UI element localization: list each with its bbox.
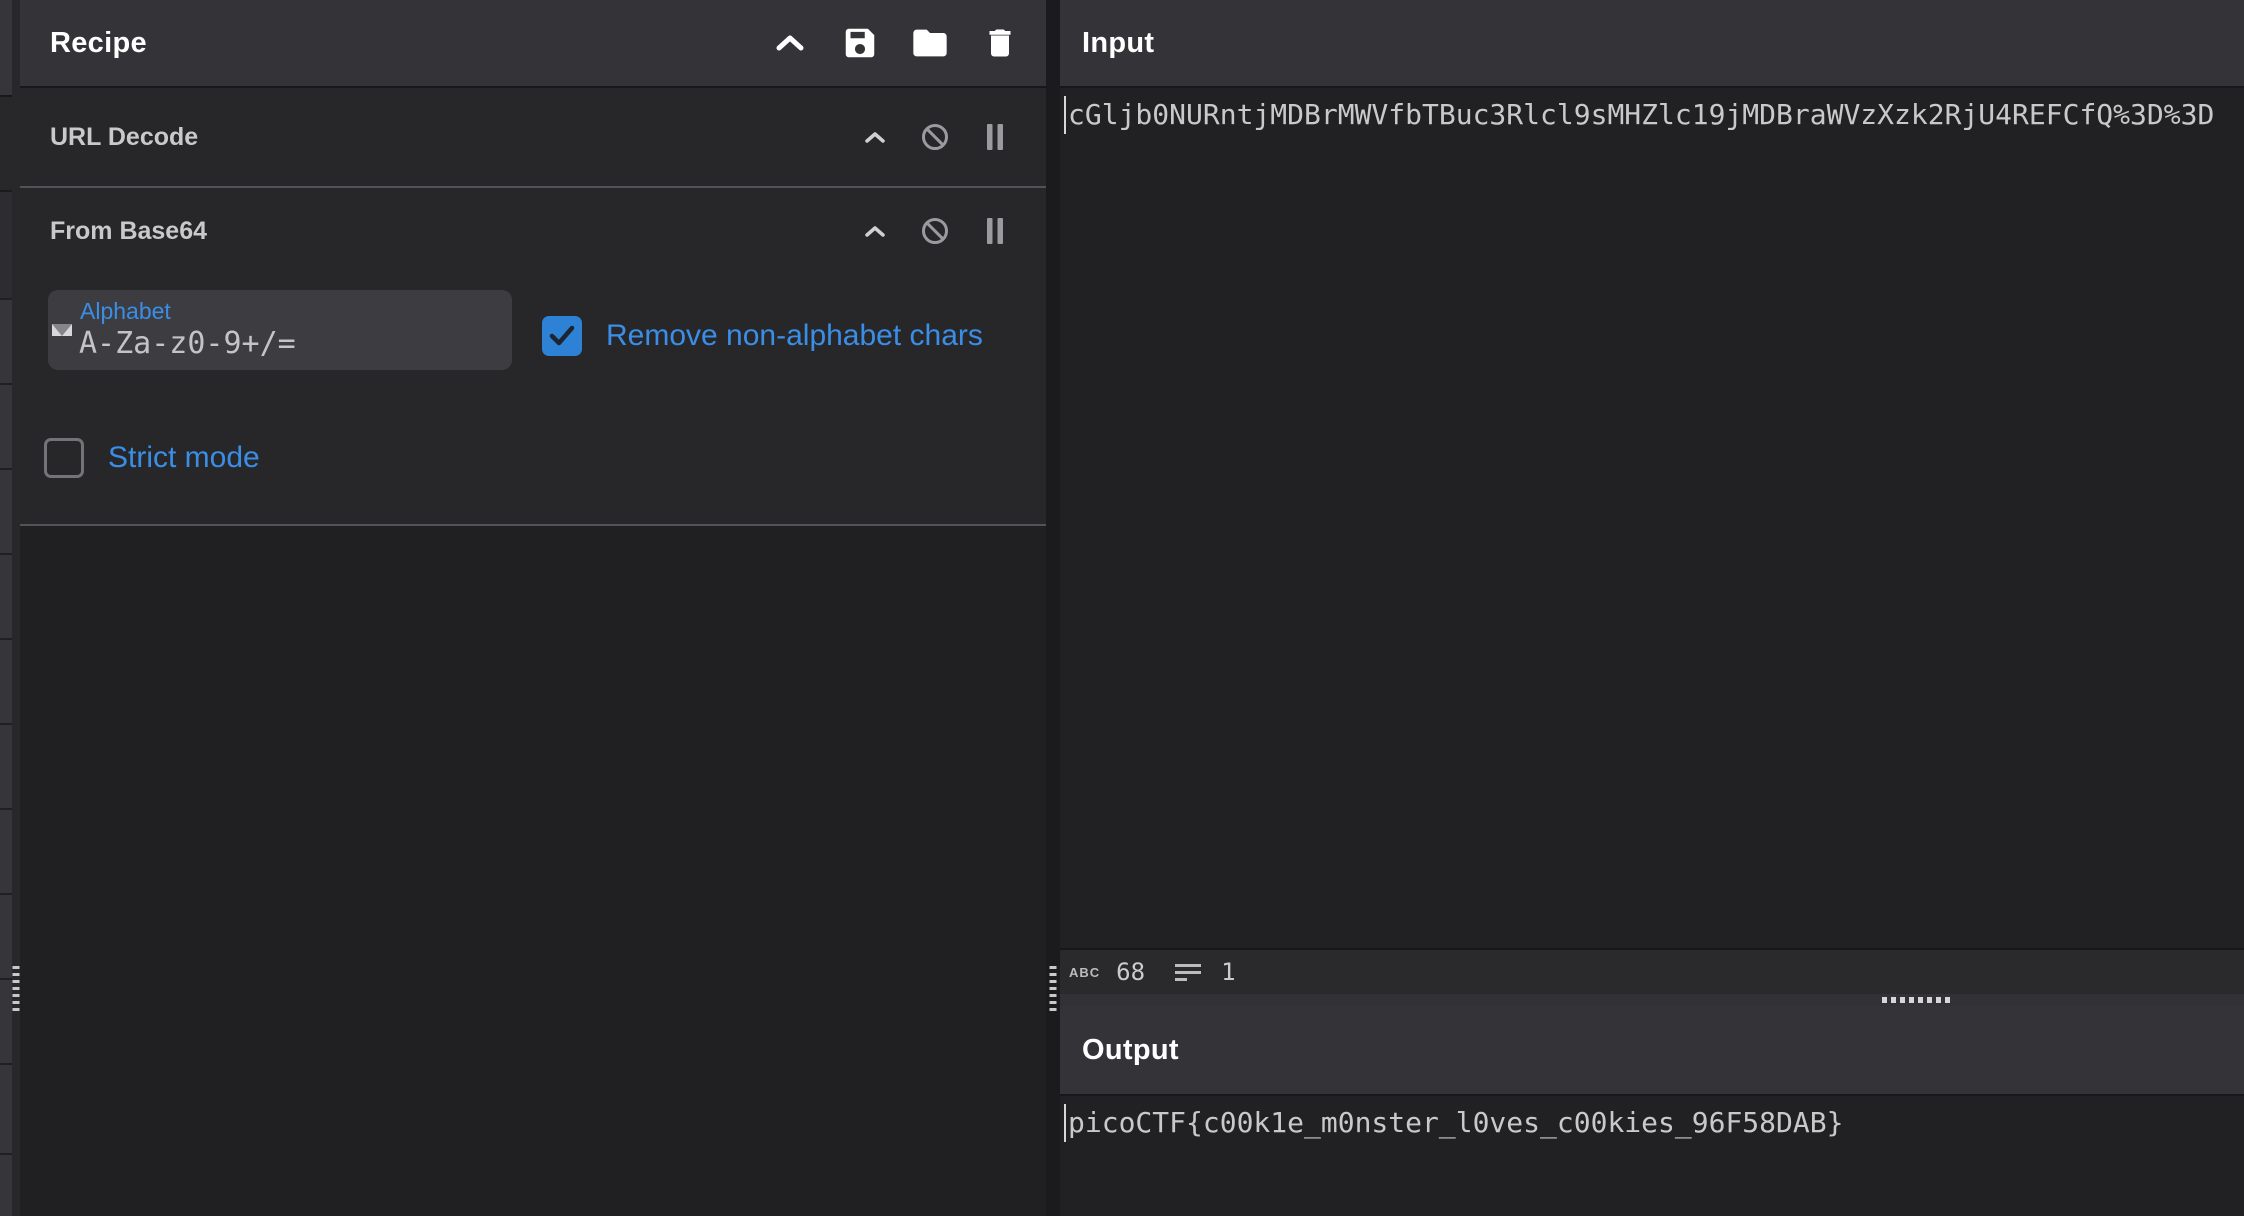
recipe-title: Recipe xyxy=(50,27,147,60)
text-cursor xyxy=(1064,96,1066,134)
breakpoint-pause-icon[interactable] xyxy=(978,214,1012,248)
input-title: Input xyxy=(1082,27,1154,60)
strict-mode-checkbox[interactable] xyxy=(44,438,84,478)
alphabet-value: A-Za-z0-9+/= xyxy=(79,326,296,361)
char-count-value: 68 xyxy=(1116,958,1145,986)
recipe-panel: Recipe URL Decode xyxy=(20,0,1046,1216)
recipe-header: Recipe xyxy=(20,0,1046,88)
recipe-drop-area[interactable] xyxy=(20,526,1046,1214)
remove-non-alphabet-checkbox[interactable] xyxy=(542,316,582,356)
operation-name: From Base64 xyxy=(50,217,207,246)
disable-operation-icon[interactable] xyxy=(918,120,952,154)
operation-from-base64[interactable]: From Base64 Alphabet A-Za-z0-9+/= xyxy=(20,188,1046,524)
cyberchef-app: Recipe URL Decode xyxy=(0,0,2244,1216)
alphabet-select[interactable]: Alphabet A-Za-z0-9+/= xyxy=(48,290,512,370)
operation-category-edge xyxy=(0,190,12,298)
alphabet-label: Alphabet xyxy=(80,298,171,325)
line-count-icon xyxy=(1175,964,1201,981)
input-status-bar: ABC 68 1 xyxy=(1060,948,2244,994)
operation-name: URL Decode xyxy=(50,123,198,152)
input-textarea[interactable]: cGljb0NURntjMDBrMWVfbTBuc3Rlcl9sMHZlc19j… xyxy=(1060,88,2244,948)
operations-recipe-splitter[interactable] xyxy=(12,0,20,1216)
output-title: Output xyxy=(1082,1034,1179,1067)
clear-recipe-trash-icon[interactable] xyxy=(980,21,1020,65)
splitter-grip-icon[interactable] xyxy=(13,966,20,1011)
line-count-value: 1 xyxy=(1221,958,1235,986)
input-text[interactable]: cGljb0NURntjMDBrMWVfbTBuc3Rlcl9sMHZlc19j… xyxy=(1068,93,2214,137)
collapse-operation-chevron-icon[interactable] xyxy=(858,214,892,248)
operations-panel-edge xyxy=(0,0,12,1216)
remove-non-alphabet-label[interactable]: Remove non-alphabet chars xyxy=(606,319,983,353)
disable-operation-icon[interactable] xyxy=(918,214,952,248)
input-output-splitter[interactable] xyxy=(1060,994,2244,1006)
save-recipe-icon[interactable] xyxy=(840,21,880,65)
operation-category-edge xyxy=(0,95,12,190)
input-header: Input xyxy=(1060,0,2244,88)
load-recipe-folder-icon[interactable] xyxy=(910,21,950,65)
output-header: Output xyxy=(1060,1006,2244,1096)
io-panel: Input cGljb0NURntjMDBrMWVfbTBuc3Rlcl9sMH… xyxy=(1060,0,2244,1216)
char-count-icon: ABC xyxy=(1069,965,1100,980)
collapse-operation-chevron-icon[interactable] xyxy=(858,120,892,154)
text-cursor xyxy=(1064,1104,1066,1142)
output-text[interactable]: picoCTF{c00k1e_m0nster_l0ves_c00kies_96F… xyxy=(1068,1101,1843,1145)
strict-mode-label[interactable]: Strict mode xyxy=(108,441,260,475)
splitter-grip-icon[interactable] xyxy=(1050,966,1057,1011)
breakpoint-pause-icon[interactable] xyxy=(978,120,1012,154)
splitter-grip-icon[interactable] xyxy=(1882,997,1950,1003)
operation-url-decode[interactable]: URL Decode xyxy=(20,88,1046,186)
collapse-args-chevron-icon[interactable] xyxy=(770,21,810,65)
recipe-io-splitter[interactable] xyxy=(1046,0,1060,1216)
dropdown-caret-icon xyxy=(52,324,72,336)
output-textarea[interactable]: picoCTF{c00k1e_m0nster_l0ves_c00kies_96F… xyxy=(1060,1096,2244,1208)
